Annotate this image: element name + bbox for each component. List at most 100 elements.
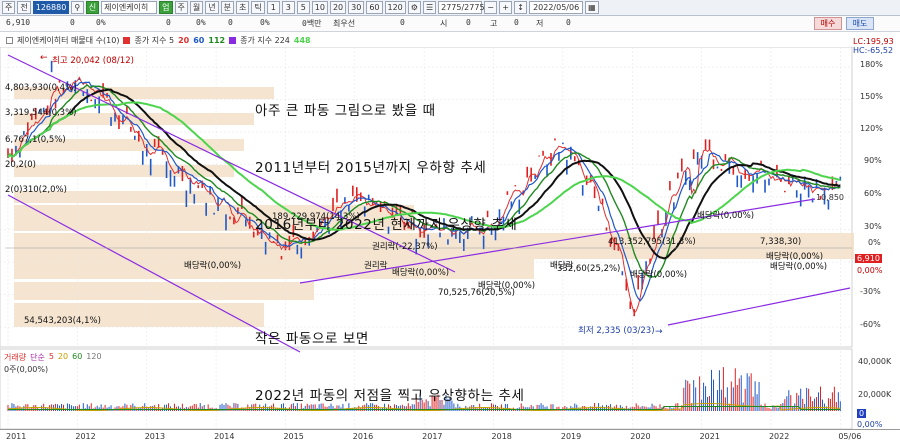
vol-profile-label-4: 20,2(0) — [5, 160, 36, 170]
x-tick-label: 2022 — [768, 432, 790, 441]
zoom-in-icon[interactable]: + — [499, 1, 513, 14]
period-month[interactable]: 월 — [189, 1, 204, 14]
settings-icon[interactable]: ⚙ — [407, 1, 421, 14]
volume-legend-type[interactable]: 단순 — [30, 352, 45, 363]
legend-ma448: 448 — [293, 35, 311, 45]
x-tick-label: 2013 — [144, 432, 166, 441]
quote-c13: 0 — [514, 18, 519, 27]
legend-ma60: 60 — [193, 35, 205, 45]
interval-20[interactable]: 20 — [329, 1, 347, 14]
volume-legend-label[interactable]: 거래량 — [4, 352, 26, 363]
quote-c10: 시 — [440, 19, 448, 28]
legend-title[interactable]: 제이엔케이히터 매물대 수(10) — [17, 35, 119, 46]
legend-box-icon[interactable] — [6, 36, 13, 44]
stock-name-field[interactable]: 제이엔케이히 — [101, 1, 158, 14]
high-annotation: 최고 20,042 (08/12) — [52, 56, 134, 66]
interval-5[interactable]: 5 — [296, 1, 310, 14]
quote-c5: 0 — [228, 18, 233, 27]
credit-badge[interactable]: 신 — [85, 1, 100, 14]
x-tick-label: 2020 — [630, 432, 651, 441]
interval-30[interactable]: 30 — [348, 1, 365, 14]
volume-ma5: 5 — [48, 352, 54, 361]
volume-current: 0주(0,00%) — [4, 365, 49, 374]
list-icon[interactable]: ☰ — [422, 1, 437, 14]
stock-code-input[interactable]: 126880 — [32, 1, 69, 14]
high-marker-arrow: ← — [40, 53, 48, 63]
quote-c8: 최우선 — [333, 19, 356, 28]
vol-tick-20000k: 20,000K — [858, 390, 892, 399]
pct-tick-120: 120% — [860, 124, 883, 133]
x-tick-label: 2017 — [422, 432, 443, 441]
x-tick-label: 2012 — [75, 432, 96, 441]
analysis-text: 아주 큰 파동 그림으로 봤을 때 2011년부터 2015년까지 우하향 추세… — [255, 64, 525, 425]
low-marker-arrow: → — [655, 327, 663, 337]
industry-badge[interactable]: 업 — [159, 1, 173, 14]
event-label-7: 배당락(0,00%) — [630, 270, 688, 280]
legend-ma112: 112 — [208, 35, 226, 45]
vol-profile-label-9: 54,543,203(4,1%) — [24, 316, 101, 326]
chart-legend: 제이엔케이히터 매물대 수(10) 종가 지수 5 20 60 112 종가 지… — [0, 33, 900, 47]
period-tick[interactable]: 틱 — [251, 1, 265, 14]
analysis-line-5: 작은 파동으로 보면 — [255, 331, 369, 347]
search-icon[interactable]: ⚲ — [70, 1, 84, 14]
chart-type-dropdown[interactable]: 주 — [2, 1, 16, 14]
event-label-10: 배당락(0,00%) — [770, 262, 828, 272]
quote-c1: 0 — [70, 18, 75, 27]
vol-tick-zero: 0 — [857, 409, 867, 418]
sell-button[interactable]: 매도 — [846, 17, 874, 30]
ma-swatch-icon — [123, 36, 131, 44]
trend-value-label: 10,850 — [816, 193, 844, 202]
interval-120[interactable]: 120 — [384, 1, 406, 14]
range-field[interactable]: 2775/2775 — [438, 1, 485, 14]
quote-c3: 0 — [166, 18, 171, 27]
pct-tick-180: 180% — [860, 60, 883, 69]
date-axis[interactable]: 2011 2012 2013 2014 2015 2016 2017 2018 2019 2020… — [0, 429, 900, 445]
vol-tick-40000k: 40,000K — [858, 357, 892, 366]
legend-ma2-label[interactable]: 종가 지수 224 — [240, 35, 290, 46]
event-label-3: 배당락(0,00%) — [184, 261, 242, 271]
analysis-line-2: 2011년부터 2015년까지 우하향 추세 — [255, 160, 487, 176]
pct-tick-150: 150% — [860, 92, 883, 101]
quote-c6: 0% — [260, 18, 270, 27]
legend-ma-label[interactable]: 종가 지수 5 — [134, 35, 174, 46]
interval-10[interactable]: 10 — [311, 1, 328, 14]
vol-profile-label-5: 2(0)310(2,0%) — [5, 185, 67, 195]
period-year[interactable]: 년 — [205, 1, 219, 14]
interval-1[interactable]: 1 — [266, 1, 280, 14]
x-tick-label: 2019 — [560, 432, 582, 441]
buy-button[interactable]: 매수 — [814, 17, 842, 30]
current-pct-tag: 0,00% — [857, 266, 883, 275]
pct-tick-90: 90% — [864, 156, 882, 165]
interval-3[interactable]: 3 — [281, 1, 295, 14]
analysis-line-6: 2022년 파동의 저점을 찍고 우상향하는 추세 — [255, 388, 525, 404]
quote-row: 6,910 0 0% 0 0% 0 0% 0백만 최우선 0 시 0 고 0 저… — [0, 16, 900, 32]
low-annotation: 최저 2,335 (03/23) — [578, 326, 655, 336]
quote-c7: 0백만 — [302, 19, 322, 28]
period-second[interactable]: 초 — [236, 1, 250, 14]
calendar-icon[interactable]: ▦ — [585, 1, 599, 14]
cursor-icon[interactable]: ↕ — [514, 1, 528, 14]
analysis-line-3: 2016년부터 2022년 현재까지 우상향 추세 — [255, 217, 518, 233]
date-field[interactable]: 2022/05/06 — [529, 1, 584, 14]
x-tick-label: 05/06 — [838, 432, 862, 441]
vol-profile-label-3: 6,767,1(0,5%) — [5, 135, 66, 145]
vol-profile-label-7: 413,352,795(31,3%) — [608, 237, 696, 247]
quote-c9: 0 — [400, 18, 405, 27]
legend-ma20: 20 — [178, 35, 190, 45]
quote-c4: 0% — [196, 18, 206, 27]
zoom-out-icon[interactable]: − — [484, 1, 498, 14]
interval-60[interactable]: 60 — [366, 1, 383, 14]
x-tick-label: 2018 — [491, 432, 512, 441]
pct-tick-m30: -30% — [860, 287, 881, 296]
period-minute[interactable]: 분 — [220, 1, 234, 14]
vol-profile-label-1: 4,803,930(0,4%) — [5, 83, 77, 93]
quote-c2: 0% — [96, 18, 106, 27]
event-label-5: 배당락 — [550, 261, 574, 271]
event-label-8: 배당락(0,00%) — [697, 211, 755, 221]
period-week[interactable]: 주 — [174, 1, 188, 14]
quote-price: 6,910 — [6, 18, 31, 27]
market-dropdown[interactable]: 전 — [17, 1, 31, 14]
x-tick-label: 2016 — [352, 432, 374, 441]
x-tick-label: 2015 — [283, 432, 304, 441]
pct-tick-60: 60% — [864, 189, 882, 198]
